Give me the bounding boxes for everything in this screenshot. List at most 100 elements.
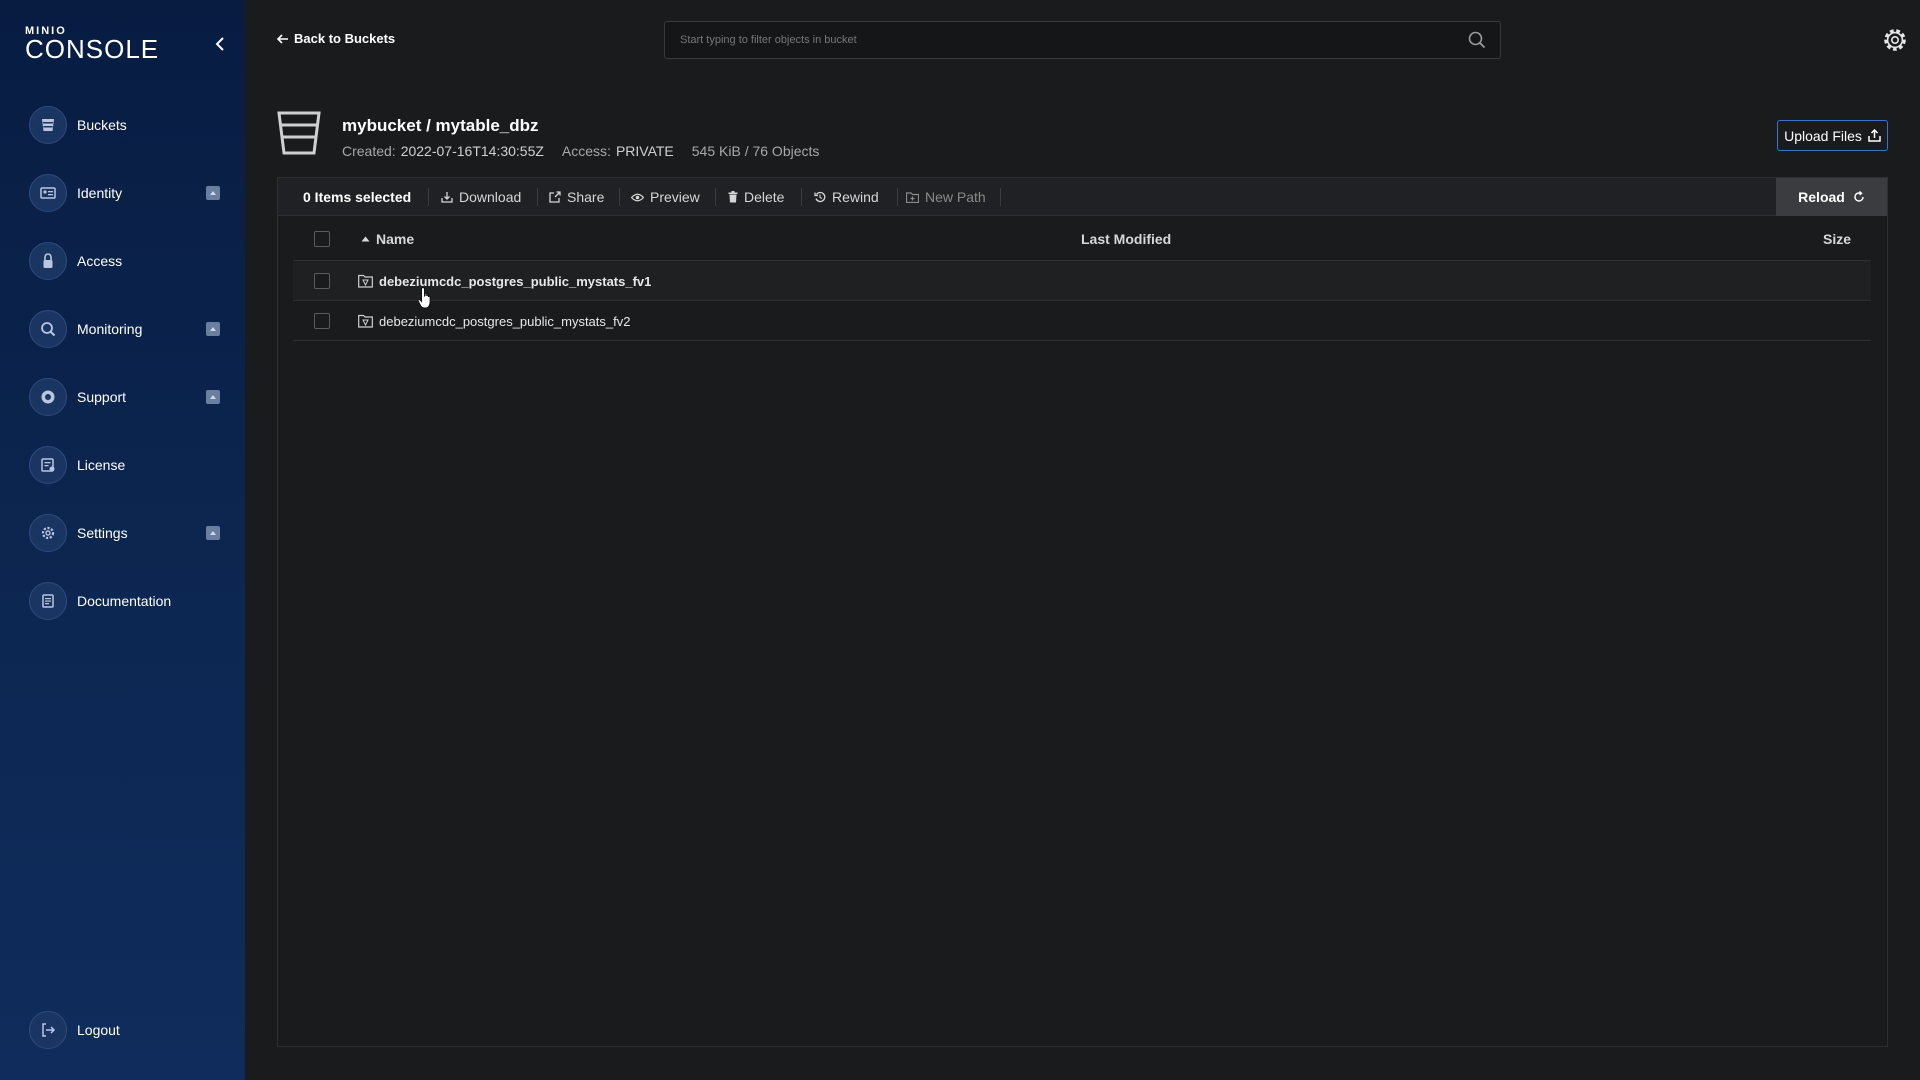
folder-icon — [358, 274, 373, 288]
row-checkbox[interactable] — [314, 313, 330, 329]
minio-console-logo[interactable]: MINIO CONSOLE — [25, 26, 160, 64]
table-row[interactable]: debeziumcdc_postgres_public_mystats_fv2 — [293, 301, 1871, 341]
upload-icon — [1868, 129, 1881, 142]
bucket-icon — [29, 106, 67, 144]
toolbar-divider — [619, 188, 620, 206]
bucket-large-icon — [277, 111, 321, 155]
new-path-label: New Path — [925, 189, 986, 205]
back-to-buckets-link[interactable]: Back to Buckets — [277, 31, 395, 46]
logout-icon — [29, 1011, 67, 1049]
table-row[interactable]: debeziumcdc_postgres_public_mystats_fv1 — [293, 261, 1871, 301]
column-last-modified-label: Last Modified — [1081, 230, 1172, 247]
sidebar-item-label: Identity — [77, 185, 123, 201]
delete-label: Delete — [744, 189, 785, 205]
bucket-meta: Created: 2022-07-16T14:30:55Z Access: PR… — [342, 143, 819, 159]
eye-icon — [631, 193, 644, 201]
sidebar-item-monitoring[interactable]: Monitoring — [29, 309, 229, 349]
gear-icon[interactable] — [1881, 26, 1909, 54]
column-header-last-modified[interactable]: Last Modified — [1081, 216, 1171, 261]
refresh-icon — [1854, 191, 1864, 202]
toolbar-divider — [801, 188, 802, 206]
sidebar-item-buckets[interactable]: Buckets — [29, 105, 229, 145]
object-filter-search — [664, 21, 1501, 59]
logout-label: Logout — [77, 1022, 120, 1038]
expand-icon[interactable] — [206, 322, 220, 336]
license-icon — [29, 446, 67, 484]
column-size-label: Size — [1822, 230, 1851, 247]
collapse-sidebar-button[interactable] — [210, 34, 230, 54]
trash-icon — [728, 191, 738, 203]
reload-button[interactable]: Reload — [1776, 178, 1887, 216]
new-folder-icon — [906, 191, 919, 203]
sort-ascending-icon — [361, 236, 370, 241]
object-toolbar: 0 Items selected Download Share Preview … — [278, 178, 1887, 216]
sidebar-item-label: Monitoring — [77, 321, 143, 337]
search-icon[interactable] — [1468, 31, 1486, 49]
size-summary: 545 KiB / 76 Objects — [691, 143, 820, 159]
preview-button[interactable]: Preview — [631, 178, 700, 216]
identity-icon — [29, 174, 67, 212]
chevron-left-icon — [215, 37, 224, 51]
gear-icon — [29, 514, 67, 552]
created-value: 2022-07-16T14:30:55Z — [400, 143, 544, 159]
delete-button[interactable]: Delete — [728, 178, 784, 216]
column-header-name[interactable]: Name — [361, 216, 414, 261]
download-label: Download — [459, 189, 522, 205]
rewind-button[interactable]: Rewind — [814, 178, 879, 216]
folder-icon — [358, 314, 373, 328]
page-title: mybucket / mytable_dbz — [342, 116, 539, 135]
new-path-button[interactable]: New Path — [906, 178, 986, 216]
rewind-icon — [814, 191, 826, 203]
sidebar: MINIO CONSOLE Buckets Identity Access Mo… — [0, 0, 245, 1080]
download-button[interactable]: Download — [441, 178, 521, 216]
column-name-label: Name — [376, 230, 415, 247]
arrow-left-icon — [277, 33, 288, 44]
preview-label: Preview — [650, 189, 700, 205]
top-bar: Back to Buckets — [245, 0, 1920, 80]
sidebar-item-documentation[interactable]: Documentation — [29, 581, 229, 621]
sidebar-item-label: Buckets — [77, 117, 127, 133]
search-input[interactable] — [665, 22, 1500, 58]
items-selected-count: 0 Items selected — [303, 189, 412, 205]
hand-cursor-icon — [417, 286, 431, 309]
row-checkbox[interactable] — [314, 273, 330, 289]
expand-icon[interactable] — [206, 186, 220, 200]
expand-icon[interactable] — [206, 390, 220, 404]
sidebar-item-support[interactable]: Support — [29, 377, 229, 417]
access-label: Access: — [561, 143, 611, 159]
sidebar-item-license[interactable]: License — [29, 445, 229, 485]
toolbar-divider — [537, 188, 538, 206]
sidebar-item-label: Support — [77, 389, 127, 405]
magnifier-icon — [29, 310, 67, 348]
sidebar-item-identity[interactable]: Identity — [29, 173, 229, 213]
rewind-label: Rewind — [832, 189, 879, 205]
sidebar-item-label: Access — [77, 253, 123, 269]
document-icon — [29, 582, 67, 620]
toolbar-divider — [897, 188, 898, 206]
column-header-size[interactable]: Size — [1823, 216, 1851, 261]
back-to-buckets-label: Back to Buckets — [294, 31, 396, 46]
object-browser-panel: 0 Items selected Download Share Preview … — [277, 177, 1888, 1047]
share-icon — [549, 191, 561, 203]
upload-files-label: Upload Files — [1784, 127, 1862, 144]
sidebar-item-settings[interactable]: Settings — [29, 513, 229, 553]
sidebar-item-label: License — [77, 457, 126, 473]
toolbar-divider — [428, 188, 429, 206]
table-header: Name Last Modified Size — [293, 216, 1871, 261]
created-label: Created: — [342, 143, 396, 159]
access-value: PRIVATE — [615, 143, 674, 159]
toolbar-divider — [1000, 188, 1001, 206]
upload-files-button[interactable]: Upload Files — [1777, 120, 1888, 151]
toolbar-divider — [715, 188, 716, 206]
lifebuoy-icon — [29, 378, 67, 416]
download-icon — [441, 192, 453, 203]
share-label: Share — [567, 189, 605, 205]
logout-button[interactable]: Logout — [29, 1010, 120, 1050]
select-all-checkbox[interactable] — [314, 231, 330, 247]
share-button[interactable]: Share — [549, 178, 604, 216]
sidebar-item-label: Documentation — [77, 593, 172, 609]
logo-product: CONSOLE — [25, 34, 160, 64]
expand-icon[interactable] — [206, 526, 220, 540]
reload-label: Reload — [1798, 189, 1845, 205]
sidebar-item-access[interactable]: Access — [29, 241, 229, 281]
